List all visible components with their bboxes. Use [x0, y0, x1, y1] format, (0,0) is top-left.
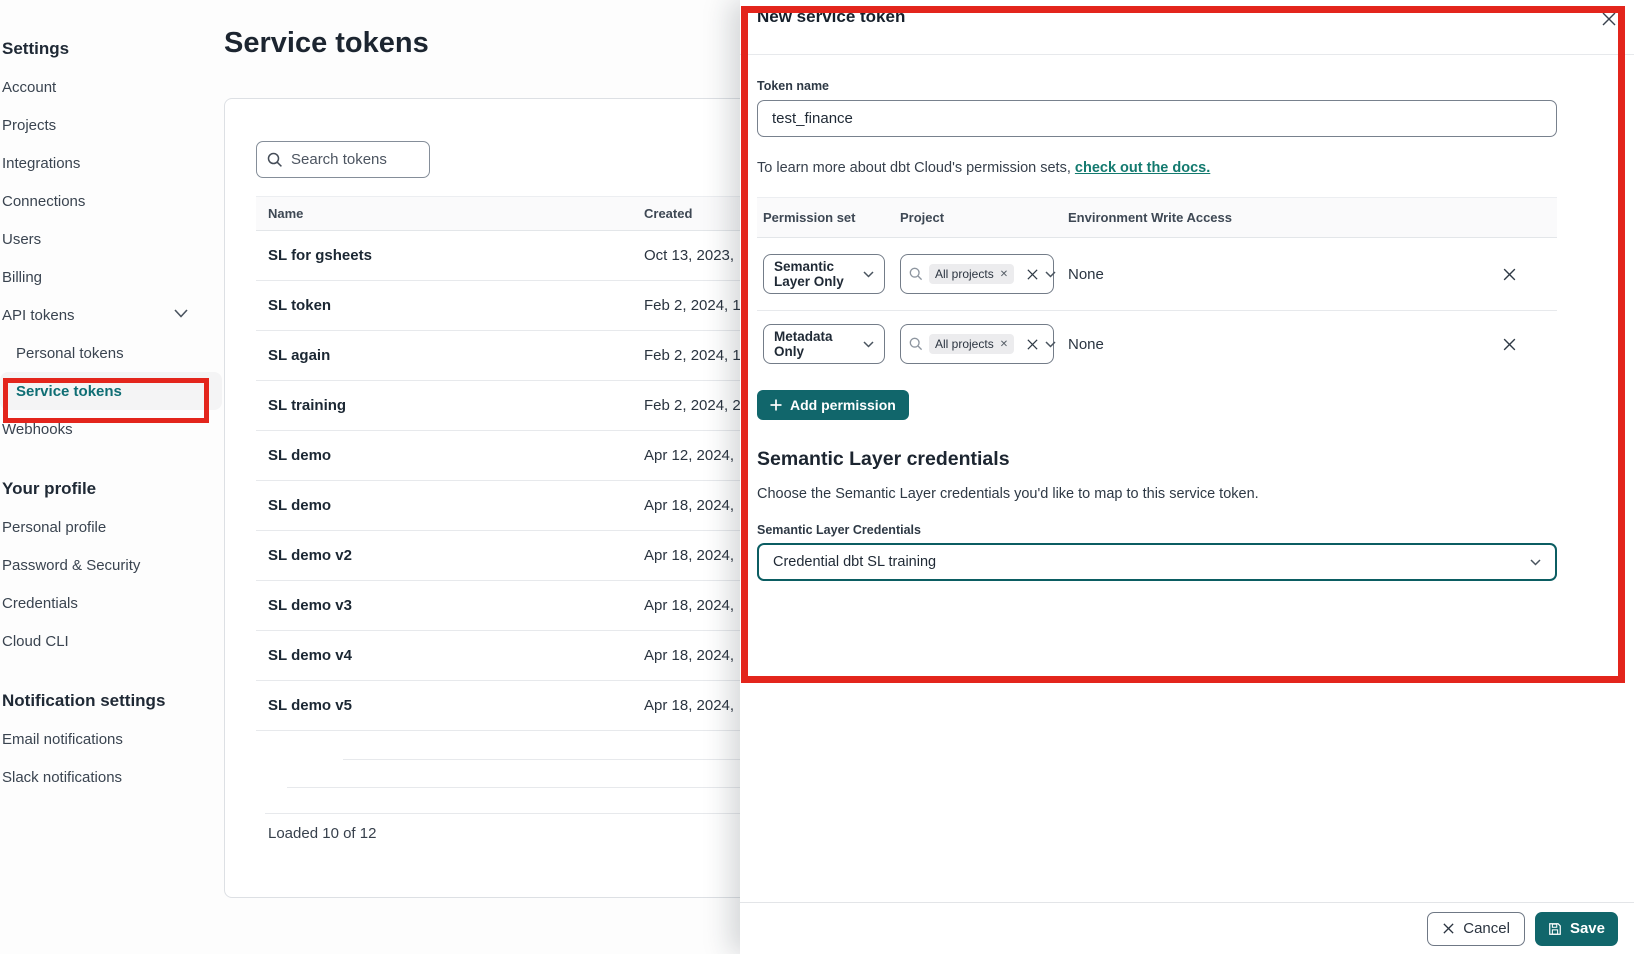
sidebar-item-account[interactable]: Account: [0, 68, 220, 106]
project-chip: All projects✕: [929, 264, 1014, 284]
remove-permission-icon[interactable]: [1502, 267, 1517, 282]
clear-selection-icon[interactable]: [1026, 338, 1039, 351]
chip-remove-icon[interactable]: ✕: [1000, 339, 1008, 350]
project-multiselect[interactable]: All projects✕: [900, 324, 1054, 364]
sidebar-item-integrations[interactable]: Integrations: [0, 144, 220, 182]
search-icon: [909, 337, 923, 351]
sidebar-item-credentials[interactable]: Credentials: [0, 584, 220, 622]
column-header-environment-write-access: Environment Write Access: [1068, 210, 1557, 225]
settings-sidebar: Settings Account Projects Integrations C…: [0, 30, 220, 796]
write-access-value: None: [1068, 266, 1104, 283]
settings-heading: Settings: [0, 30, 220, 68]
sidebar-item-slack-notifications[interactable]: Slack notifications: [0, 758, 220, 796]
sidebar-item-projects[interactable]: Projects: [0, 106, 220, 144]
close-icon[interactable]: [1598, 8, 1620, 30]
new-service-token-drawer: New service token Token name To learn mo…: [740, 0, 1634, 954]
drawer-title: New service token: [757, 7, 905, 27]
column-header-created: Created: [644, 206, 692, 221]
search-tokens-input[interactable]: [291, 151, 411, 168]
plus-icon: [770, 399, 782, 411]
cancel-button[interactable]: Cancel: [1427, 912, 1525, 946]
docs-link[interactable]: check out the docs.: [1075, 160, 1210, 176]
search-icon: [267, 152, 283, 168]
semantic-layer-credentials-description: Choose the Semantic Layer credentials yo…: [757, 486, 1557, 502]
clear-selection-icon[interactable]: [1026, 268, 1039, 281]
chevron-down-icon: [174, 309, 188, 318]
drawer-body: Token name To learn more about dbt Cloud…: [757, 55, 1557, 581]
sidebar-item-billing[interactable]: Billing: [0, 258, 220, 296]
column-header-permission-set: Permission set: [757, 210, 900, 225]
search-tokens-box: [256, 141, 430, 178]
close-icon: [1442, 922, 1455, 935]
sidebar-item-webhooks[interactable]: Webhooks: [0, 410, 220, 448]
chevron-down-icon[interactable]: [1045, 271, 1056, 278]
loaded-status: Loaded 10 of 12: [268, 825, 376, 842]
chip-remove-icon[interactable]: ✕: [1000, 269, 1008, 280]
sidebar-item-connections[interactable]: Connections: [0, 182, 220, 220]
sidebar-item-api-tokens[interactable]: API tokens: [0, 296, 220, 334]
semantic-layer-credentials-heading: Semantic Layer credentials: [757, 448, 1557, 471]
permissions-header: Permission set Project Environment Write…: [757, 197, 1557, 238]
your-profile-heading: Your profile: [0, 470, 220, 508]
search-icon: [909, 267, 923, 281]
sidebar-item-password-security[interactable]: Password & Security: [0, 546, 220, 584]
semantic-layer-credentials-select[interactable]: Credential dbt SL training: [757, 543, 1557, 581]
save-icon: [1548, 922, 1562, 936]
sidebar-item-personal-tokens[interactable]: Personal tokens: [0, 334, 220, 372]
add-permission-button[interactable]: Add permission: [757, 390, 909, 420]
permission-row: Metadata Only All projects✕ None: [757, 311, 1557, 377]
drawer-header: New service token: [740, 0, 1634, 55]
column-header-name: Name: [256, 206, 644, 221]
sidebar-item-personal-profile[interactable]: Personal profile: [0, 508, 220, 546]
save-button[interactable]: Save: [1535, 912, 1618, 946]
sidebar-item-cloud-cli[interactable]: Cloud CLI: [0, 622, 220, 660]
chevron-down-icon: [863, 271, 874, 278]
write-access-value: None: [1068, 336, 1104, 353]
semantic-layer-credentials-label: Semantic Layer Credentials: [757, 523, 1557, 537]
project-chip: All projects✕: [929, 334, 1014, 354]
sidebar-item-email-notifications[interactable]: Email notifications: [0, 720, 220, 758]
token-name-input[interactable]: [757, 100, 1557, 137]
remove-permission-icon[interactable]: [1502, 337, 1517, 352]
docs-hint: To learn more about dbt Cloud's permissi…: [757, 160, 1557, 176]
permission-row: Semantic Layer Only All projects✕ None: [757, 238, 1557, 311]
drawer-footer: Cancel Save: [740, 902, 1634, 954]
notification-settings-heading: Notification settings: [0, 682, 220, 720]
chevron-down-icon: [1530, 559, 1541, 566]
permission-set-select[interactable]: Metadata Only: [763, 324, 885, 364]
chevron-down-icon: [863, 341, 874, 348]
project-multiselect[interactable]: All projects✕: [900, 254, 1054, 294]
sidebar-item-service-tokens[interactable]: Service tokens: [0, 372, 222, 410]
sidebar-item-users[interactable]: Users: [0, 220, 220, 258]
token-name-label: Token name: [757, 79, 1557, 93]
column-header-project: Project: [900, 210, 1068, 225]
chevron-down-icon[interactable]: [1045, 341, 1056, 348]
permission-set-select[interactable]: Semantic Layer Only: [763, 254, 885, 294]
